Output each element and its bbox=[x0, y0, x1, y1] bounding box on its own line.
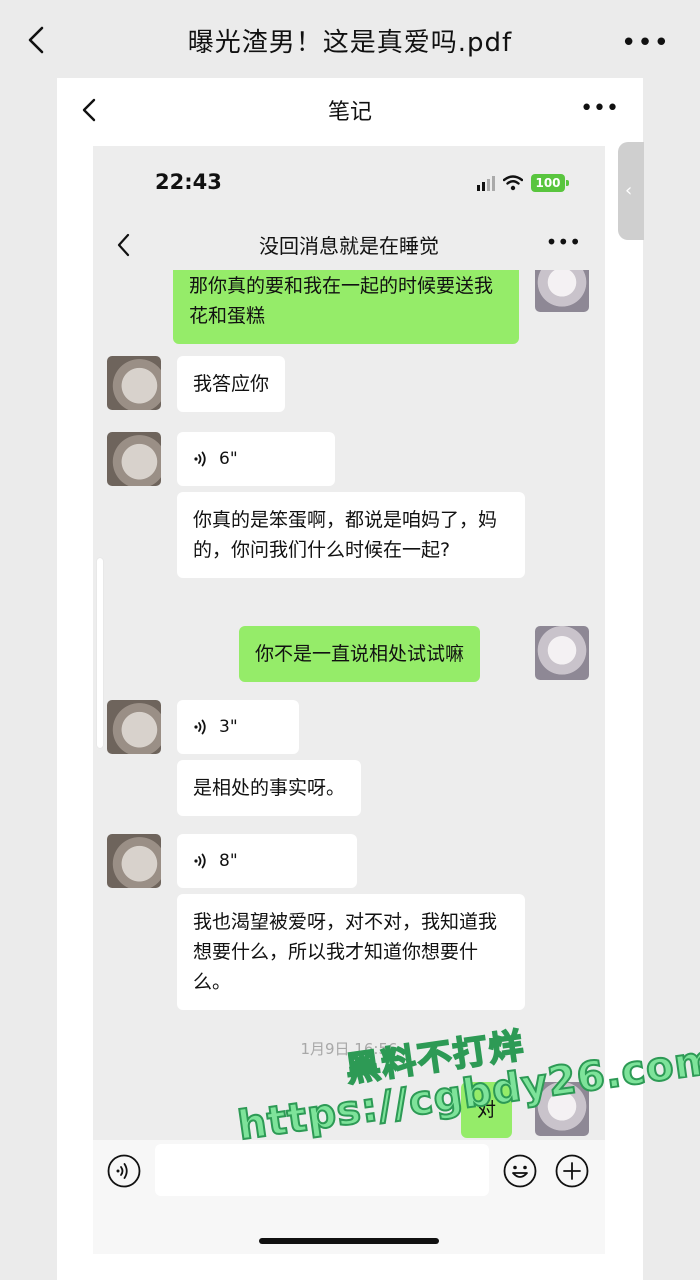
voice-duration: 3" bbox=[219, 717, 238, 737]
message-received[interactable]: 是相处的事实呀。 bbox=[177, 760, 362, 816]
avatar-contact[interactable] bbox=[107, 834, 161, 888]
scrollbar[interactable] bbox=[97, 558, 103, 748]
avatar-self[interactable] bbox=[535, 1082, 589, 1136]
message-list[interactable]: 那你真的要和我在一起的时候要送我花和蛋糕 我答应你 6" 你真的是笨蛋啊，都说是… bbox=[93, 270, 605, 1138]
side-collapse-tab[interactable]: ‹ bbox=[618, 142, 644, 240]
avatar-self[interactable] bbox=[535, 626, 589, 680]
note-more-icon[interactable]: ••• bbox=[580, 96, 619, 121]
viewer-top-bar: 曝光渣男！这是真爱吗.pdf ••• bbox=[0, 0, 700, 80]
emoji-icon[interactable] bbox=[503, 1154, 537, 1188]
voice-message[interactable]: 3" bbox=[177, 700, 299, 754]
message-sent[interactable]: 那你真的要和我在一起的时候要送我花和蛋糕 bbox=[173, 270, 519, 344]
avatar-contact[interactable] bbox=[107, 700, 161, 754]
voice-message[interactable]: 6" bbox=[177, 432, 335, 486]
chat-more-icon[interactable]: ••• bbox=[546, 230, 581, 254]
chat-screenshot: 22:43 100 没回消息就是在睡觉 ••• 那你真的要和我在一起的时候要送我… bbox=[93, 146, 605, 1254]
voice-duration: 6" bbox=[219, 449, 238, 469]
status-bar: 22:43 100 bbox=[93, 146, 605, 222]
message-input[interactable] bbox=[155, 1144, 489, 1196]
status-icons: 100 bbox=[477, 174, 569, 192]
signal-icon bbox=[477, 175, 495, 191]
input-bar bbox=[93, 1140, 605, 1254]
document-title: 曝光渣男！这是真爱吗.pdf bbox=[187, 28, 513, 58]
voice-icon bbox=[194, 451, 206, 467]
avatar-contact[interactable] bbox=[107, 432, 161, 486]
message-received[interactable]: 我也渴望被爱呀，对不对，我知道我想要什么，所以我才知道你想要什么。 bbox=[177, 894, 525, 1010]
voice-icon bbox=[194, 719, 206, 735]
message-received[interactable]: 你真的是笨蛋啊，都说是咱妈了，妈的，你问我们什么时候在一起? bbox=[177, 492, 525, 578]
battery-icon: 100 bbox=[531, 174, 569, 192]
voice-input-icon[interactable] bbox=[107, 1154, 141, 1188]
avatar-self[interactable] bbox=[535, 270, 589, 312]
more-options-icon[interactable]: ••• bbox=[621, 28, 670, 58]
message-sent[interactable]: 你不是一直说相处试试嘛 bbox=[239, 626, 481, 682]
note-header: 笔记 ••• bbox=[57, 78, 643, 140]
side-tab-chevron-icon: ‹ bbox=[625, 180, 633, 201]
voice-message[interactable]: 8" bbox=[177, 834, 357, 888]
chat-header: 没回消息就是在睡觉 ••• bbox=[93, 222, 605, 270]
note-title: 笔记 bbox=[327, 100, 372, 125]
message-sent[interactable]: 对 bbox=[461, 1082, 513, 1138]
voice-icon bbox=[194, 853, 206, 869]
home-indicator[interactable] bbox=[259, 1238, 439, 1244]
voice-duration: 8" bbox=[219, 851, 238, 871]
message-timestamp: 1月9日 16:56 bbox=[300, 1040, 398, 1058]
chat-contact-name: 没回消息就是在睡觉 bbox=[259, 234, 439, 258]
wifi-icon bbox=[503, 175, 523, 191]
plus-icon[interactable] bbox=[555, 1154, 589, 1188]
status-time: 22:43 bbox=[155, 170, 222, 194]
message-received[interactable]: 我答应你 bbox=[177, 356, 286, 412]
avatar-contact[interactable] bbox=[107, 356, 161, 410]
